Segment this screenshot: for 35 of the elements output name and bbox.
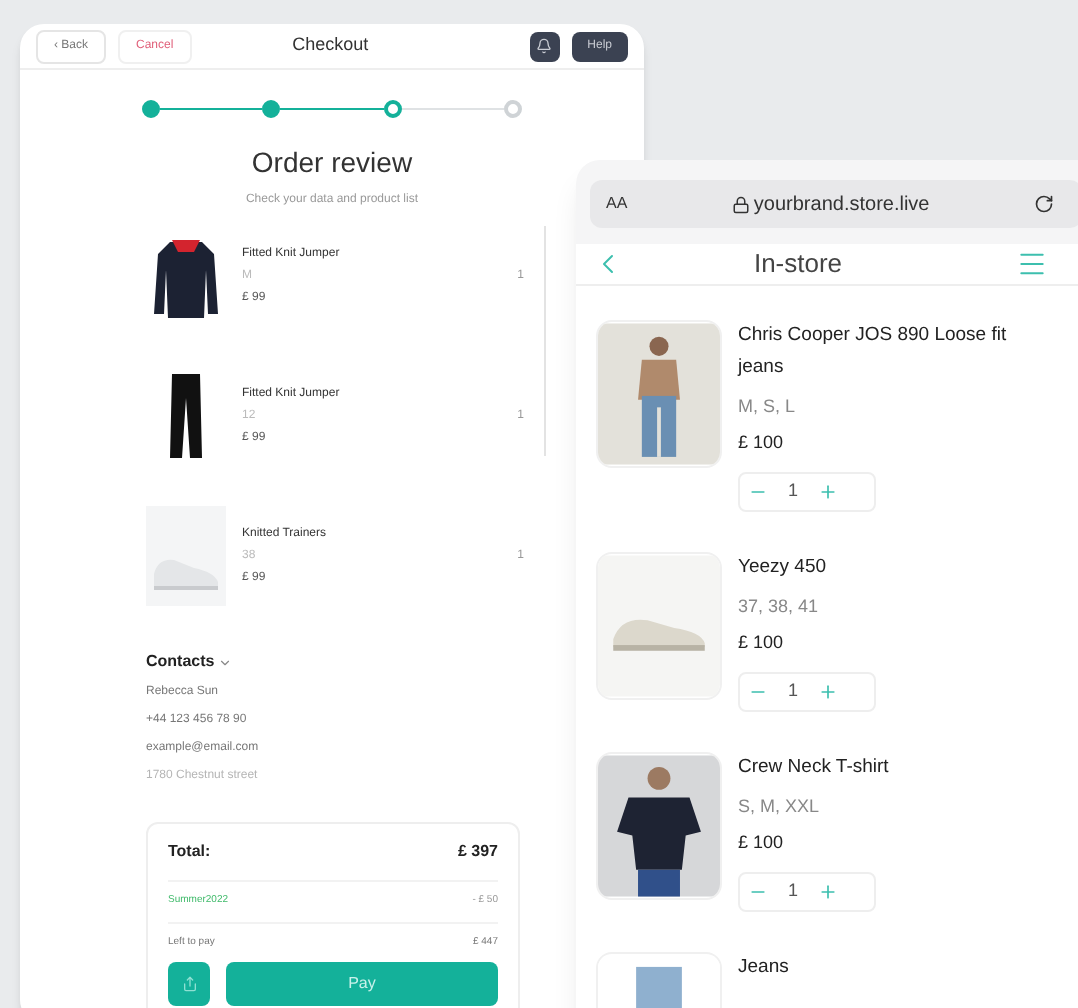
plus-icon: [818, 481, 839, 501]
quantity-value: 1: [788, 677, 799, 704]
quantity-stepper[interactable]: 1: [738, 471, 876, 511]
store-title: In-store: [751, 246, 845, 282]
product-price: £ 100: [738, 830, 786, 856]
url-text: yourbrand.store.live: [753, 191, 930, 219]
total-amount: £ 397: [457, 840, 498, 864]
quantity-stepper[interactable]: 1: [738, 871, 876, 911]
quantity-stepper[interactable]: 1: [738, 671, 876, 711]
chevron-icon: [218, 655, 233, 669]
plus-icon: [818, 681, 839, 701]
product-price: £ 100: [738, 630, 786, 656]
quantity-value: 1: [788, 477, 799, 504]
share-icon: [181, 976, 197, 992]
lock-icon: [731, 195, 750, 213]
product-sizes: M, S, L: [738, 393, 798, 419]
bell-icon: [536, 38, 553, 54]
quantity-value: 1: [788, 877, 799, 904]
reload-icon[interactable]: [1034, 194, 1054, 214]
contacts-toggle[interactable]: Contacts: [146, 650, 233, 674]
share-button[interactable]: [168, 962, 210, 1006]
product-sizes: 37, 38, 41: [738, 593, 821, 619]
product-name: Crew Neck T-shirt: [738, 753, 891, 781]
notification-button[interactable]: [529, 31, 560, 61]
total-label: Total:: [168, 840, 211, 864]
text-size-button[interactable]: AA: [606, 192, 628, 216]
product-name: Chris Cooper JOS 890 Loose fit jeans: [738, 321, 1009, 381]
plus-icon: [818, 881, 839, 901]
product-sizes: S, M, XXL: [738, 793, 822, 819]
product-price: £ 100: [738, 430, 786, 456]
address-bar[interactable]: AA yourbrand.store.live: [590, 180, 1078, 228]
product-name: Jeans: [738, 953, 791, 981]
product-name: Yeezy 450: [738, 553, 829, 581]
page-title: Checkout: [290, 32, 371, 59]
section-heading: Order review: [251, 144, 413, 182]
